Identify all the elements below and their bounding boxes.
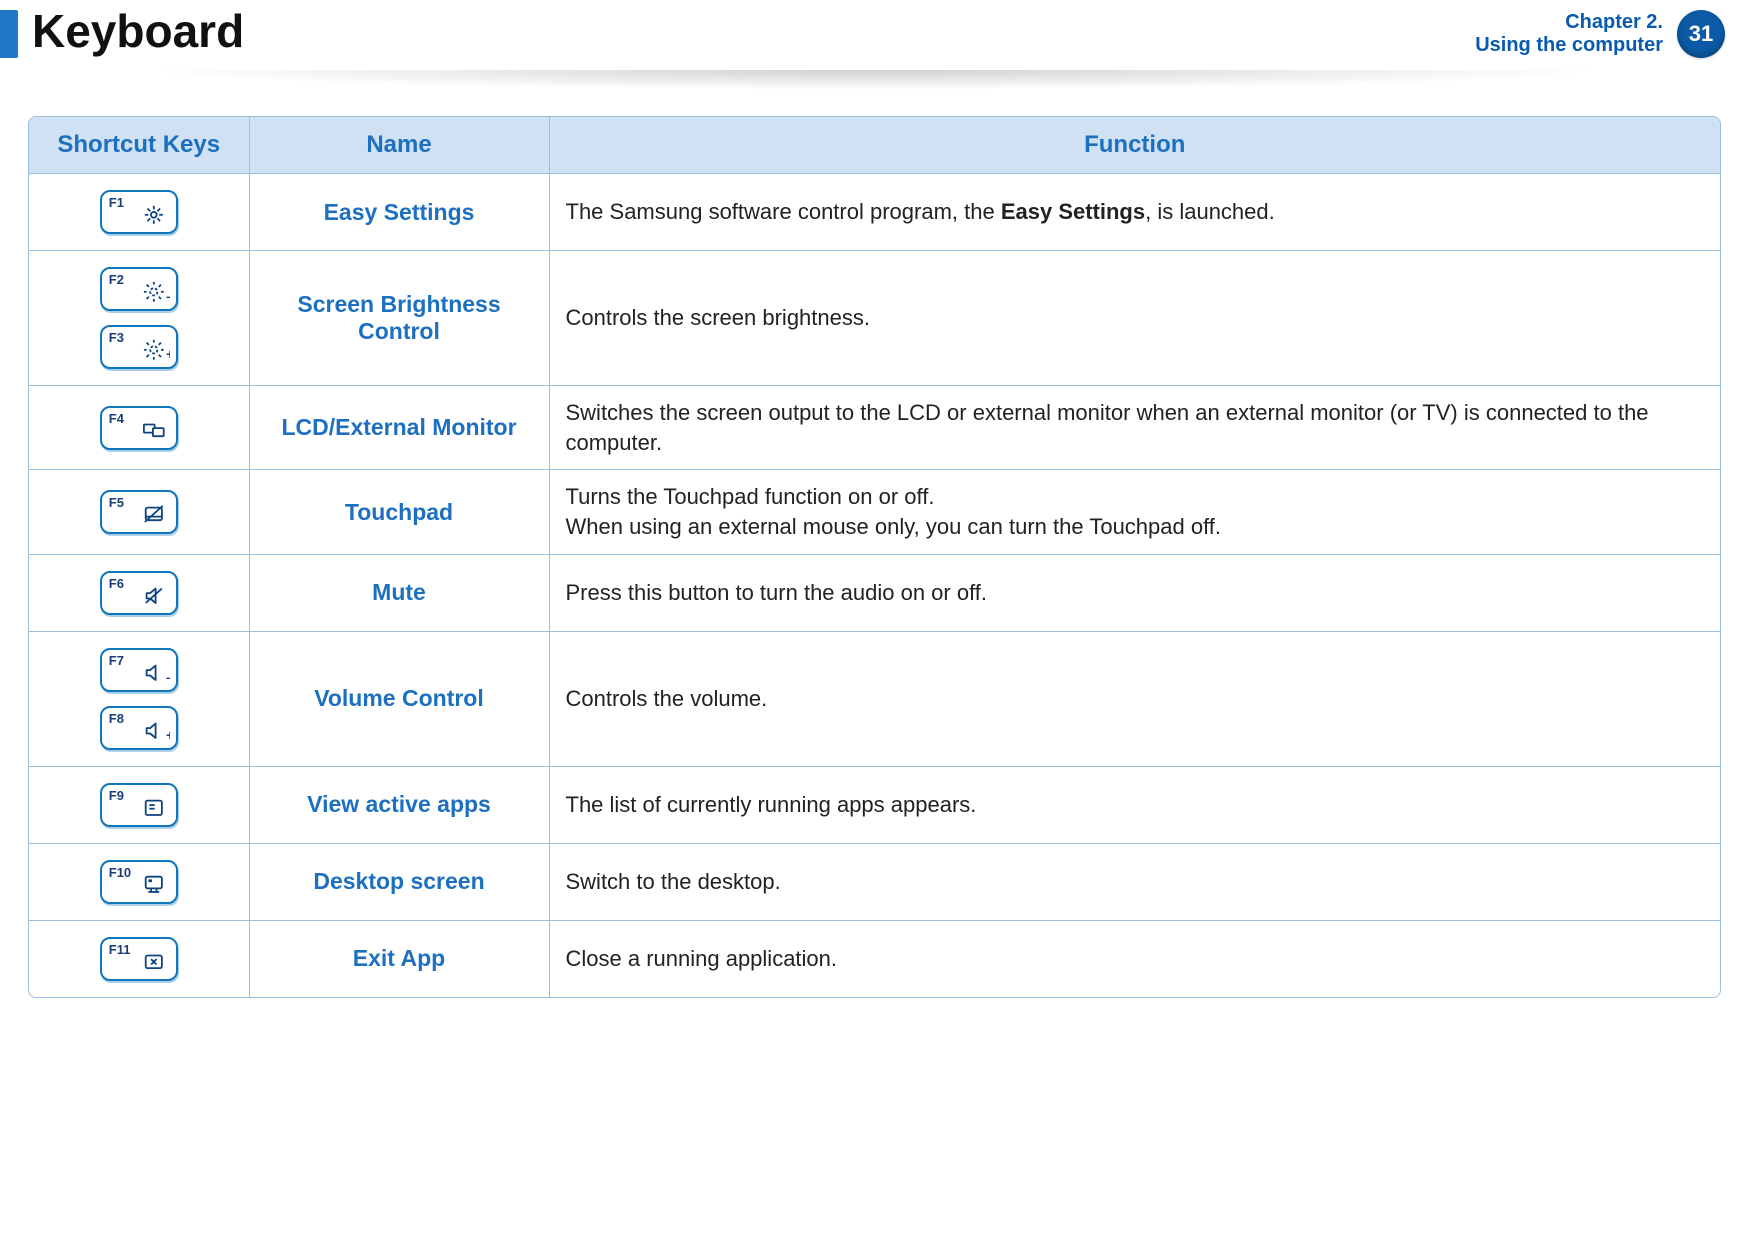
svg-text:–: – <box>166 669 170 685</box>
cell-function: Close a running application. <box>549 920 1720 997</box>
keycap-stack: F10 <box>39 860 239 904</box>
page-title: Keyboard <box>32 8 244 54</box>
svg-text:+: + <box>166 346 170 362</box>
keycap-stack: F9 <box>39 783 239 827</box>
cell-name: Touchpad <box>249 470 549 554</box>
keycap-stack: F11 <box>39 937 239 981</box>
cell-function: The Samsung software control program, th… <box>549 174 1720 251</box>
key-label: F11 <box>109 942 131 957</box>
touchpad-off-icon <box>140 504 170 528</box>
keycap: F7 – <box>100 648 178 692</box>
cell-shortcut: F6 <box>29 554 249 631</box>
cell-name: Exit App <box>249 920 549 997</box>
cell-function: The list of currently running apps appea… <box>549 766 1720 843</box>
desktop-icon <box>140 874 170 898</box>
cell-name: Mute <box>249 554 549 631</box>
section-tab <box>0 10 18 58</box>
cell-name: View active apps <box>249 766 549 843</box>
cell-shortcut: F5 <box>29 470 249 554</box>
col-header-function: Function <box>549 117 1720 174</box>
page-number-badge: 31 <box>1677 10 1725 58</box>
keycap-stack: F2 – F3 + <box>39 267 239 369</box>
key-label: F10 <box>109 865 131 880</box>
volume-down-icon: – <box>140 662 170 686</box>
keycap: F3 + <box>100 325 178 369</box>
chapter-label: Chapter 2. Using the computer <box>1475 11 1663 57</box>
keycap: F6 <box>100 571 178 615</box>
table-row: F1 Easy Settings The Samsung software co… <box>29 174 1720 251</box>
cell-shortcut: F9 <box>29 766 249 843</box>
table-row: F4 LCD/External Monitor Switches the scr… <box>29 386 1720 470</box>
keycap: F4 <box>100 406 178 450</box>
keycap: F8 + <box>100 706 178 750</box>
cell-name: Screen Brightness Control <box>249 251 549 386</box>
table-row: F11 Exit App Close a running application… <box>29 920 1720 997</box>
keycap-stack: F5 <box>39 490 239 534</box>
brightness-up-icon: + <box>140 339 170 363</box>
cell-shortcut: F11 <box>29 920 249 997</box>
table-row: F7 – F8 + Volume Control Controls the vo… <box>29 631 1720 766</box>
cell-name: Desktop screen <box>249 843 549 920</box>
shortcut-table-wrapper: Shortcut Keys Name Function F1 Easy Sett… <box>28 116 1721 998</box>
cell-function: Controls the volume. <box>549 631 1720 766</box>
key-label: F6 <box>109 576 124 591</box>
volume-up-icon: + <box>140 720 170 744</box>
cell-shortcut: F1 <box>29 174 249 251</box>
table-header-row: Shortcut Keys Name Function <box>29 117 1720 174</box>
cell-function: Switches the screen output to the LCD or… <box>549 386 1720 470</box>
key-label: F7 <box>109 653 124 668</box>
page-header: Keyboard Chapter 2. Using the computer 3… <box>0 0 1749 70</box>
col-header-shortcut: Shortcut Keys <box>29 117 249 174</box>
chapter-line-1: Chapter 2. <box>1475 11 1663 34</box>
cell-function: Switch to the desktop. <box>549 843 1720 920</box>
keycap-stack: F4 <box>39 406 239 450</box>
header-shadow <box>10 70 1739 98</box>
apps-list-icon <box>140 797 170 821</box>
keycap-stack: F7 – F8 + <box>39 648 239 750</box>
brightness-down-icon: – <box>140 281 170 305</box>
gear-icon <box>140 204 170 228</box>
shortcut-table: Shortcut Keys Name Function F1 Easy Sett… <box>29 117 1720 997</box>
cell-name: Volume Control <box>249 631 549 766</box>
keycap: F2 – <box>100 267 178 311</box>
cell-name: Easy Settings <box>249 174 549 251</box>
mute-icon <box>140 585 170 609</box>
cell-shortcut: F10 <box>29 843 249 920</box>
svg-text:–: – <box>166 288 170 304</box>
keycap: F11 <box>100 937 178 981</box>
key-label: F8 <box>109 711 124 726</box>
table-row: F9 View active apps The list of currentl… <box>29 766 1720 843</box>
keycap: F1 <box>100 190 178 234</box>
key-label: F3 <box>109 330 124 345</box>
keycap: F9 <box>100 783 178 827</box>
col-header-name: Name <box>249 117 549 174</box>
cell-shortcut: F4 <box>29 386 249 470</box>
cell-function: Turns the Touchpad function on or off.Wh… <box>549 470 1720 554</box>
header-right: Chapter 2. Using the computer 31 <box>1475 10 1725 58</box>
key-label: F1 <box>109 195 124 210</box>
table-row: F6 Mute Press this button to turn the au… <box>29 554 1720 631</box>
svg-text:+: + <box>166 727 170 743</box>
cell-name: LCD/External Monitor <box>249 386 549 470</box>
key-label: F2 <box>109 272 124 287</box>
cell-function: Controls the screen brightness. <box>549 251 1720 386</box>
display-switch-icon <box>140 420 170 444</box>
key-label: F4 <box>109 411 124 426</box>
keycap: F10 <box>100 860 178 904</box>
chapter-line-2: Using the computer <box>1475 34 1663 57</box>
table-row: F2 – F3 + Screen Brightness Control Cont… <box>29 251 1720 386</box>
key-label: F5 <box>109 495 124 510</box>
keycap-stack: F1 <box>39 190 239 234</box>
table-row: F10 Desktop screen Switch to the desktop… <box>29 843 1720 920</box>
keycap: F5 <box>100 490 178 534</box>
close-app-icon <box>140 951 170 975</box>
keycap-stack: F6 <box>39 571 239 615</box>
table-row: F5 Touchpad Turns the Touchpad function … <box>29 470 1720 554</box>
cell-shortcut: F7 – F8 + <box>29 631 249 766</box>
cell-function: Press this button to turn the audio on o… <box>549 554 1720 631</box>
key-label: F9 <box>109 788 124 803</box>
cell-shortcut: F2 – F3 + <box>29 251 249 386</box>
